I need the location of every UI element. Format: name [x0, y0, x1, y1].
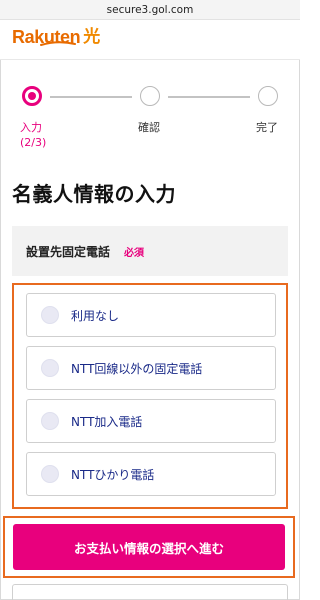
radio-icon[interactable]	[41, 412, 59, 430]
option-label: NTT加入電話	[71, 414, 143, 429]
required-badge: 必須	[124, 247, 145, 259]
logo-hikari-mark: 光	[83, 27, 101, 47]
url-bar[interactable]: secure3.gol.com	[0, 0, 300, 20]
option-none[interactable]: 利用なし	[26, 293, 276, 337]
url-text: secure3.gol.com	[106, 4, 194, 16]
next-section-edge	[12, 584, 288, 600]
step-1-indicator	[22, 86, 42, 106]
progress-stepper: 入力 (2/3) 確認 完了	[0, 78, 300, 150]
radio-icon[interactable]	[41, 306, 59, 324]
option-label: NTTひかり電話	[71, 467, 155, 482]
step-1-label: 入力 (2/3)	[20, 120, 46, 150]
next-button[interactable]: お支払い情報の選択へ進む	[13, 524, 285, 570]
option-non-ntt-landline[interactable]: NTT回線以外の固定電話	[26, 346, 276, 390]
option-label: 利用なし	[71, 308, 120, 323]
radio-icon[interactable]	[41, 465, 59, 483]
step-2-label: 確認	[138, 121, 160, 134]
step-1-title: 入力	[20, 121, 42, 134]
step-connector-1	[50, 96, 132, 98]
step-3-indicator	[258, 86, 278, 106]
phone-options-group: 利用なし NTT回線以外の固定電話 NTT加入電話 NTTひかり電話	[12, 283, 288, 509]
step-2-indicator	[140, 86, 160, 106]
next-button-highlight: お支払い情報の選択へ進む	[3, 516, 295, 578]
step-3-label: 完了	[256, 121, 278, 134]
page-title: 名義人情報の入力	[12, 182, 176, 206]
phone-field-header: 設置先固定電話 必須	[12, 226, 288, 276]
radio-icon[interactable]	[41, 359, 59, 377]
logo-swoosh-icon	[40, 41, 76, 46]
step-connector-2	[168, 96, 250, 98]
site-header: Rakuten 光	[0, 20, 300, 60]
option-ntt-subscriber[interactable]: NTT加入電話	[26, 399, 276, 443]
option-label: NTT回線以外の固定電話	[71, 361, 203, 376]
option-ntt-hikari[interactable]: NTTひかり電話	[26, 452, 276, 496]
field-label: 設置先固定電話	[26, 244, 111, 259]
step-1-progress: (2/3)	[20, 136, 47, 149]
